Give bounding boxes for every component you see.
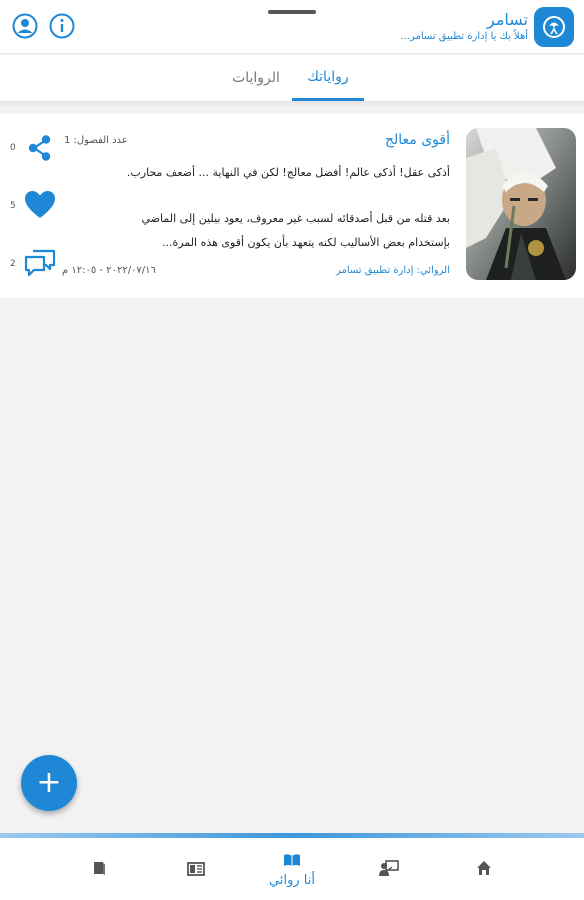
- info-icon[interactable]: [48, 12, 76, 40]
- nav-item-library[interactable]: [156, 847, 236, 893]
- share-count: 0: [10, 143, 16, 153]
- nav-item-books[interactable]: [59, 847, 139, 893]
- tab-my-novels-label: رواياتك: [307, 68, 349, 85]
- add-icon: +: [36, 765, 62, 800]
- app-logo-icon: [534, 7, 574, 47]
- publish-date: ٢٠٢٢/٠٧/١٦ - ١٢:٠٥ م: [62, 265, 156, 276]
- app-title: تسامر: [487, 10, 528, 29]
- comment-count: 2: [10, 259, 16, 269]
- novel-title[interactable]: أقوى معالج: [385, 132, 450, 148]
- like-count: 5: [10, 201, 16, 211]
- novel-cover-image[interactable]: [466, 128, 576, 280]
- bottom-navigation: أنا روائي: [0, 833, 584, 900]
- novel-card[interactable]: أقوى معالج عدد الفصول: 1 أذكى عقل! أذكى …: [0, 114, 584, 298]
- nav-label-i-am-novelist: أنا روائي: [269, 873, 315, 888]
- add-novel-button[interactable]: +: [21, 755, 77, 811]
- tabs-divider: [0, 101, 584, 107]
- nav-item-teacher[interactable]: [349, 847, 429, 893]
- heart-icon[interactable]: [24, 190, 56, 220]
- novel-description-line: بعد قتله من قبل أصدقائه لسبب غير معروف، …: [141, 212, 450, 225]
- tab-novels[interactable]: الروايات: [220, 55, 292, 101]
- comments-icon[interactable]: [23, 248, 57, 278]
- tab-my-novels[interactable]: رواياتك: [292, 55, 364, 101]
- tab-bar: رواياتك الروايات: [0, 55, 584, 101]
- nav-item-home[interactable]: [444, 847, 524, 893]
- nav-item-i-am-novelist[interactable]: أنا روائي: [252, 847, 332, 893]
- open-book-icon: [283, 852, 301, 871]
- chapter-count: عدد الفصول: 1: [64, 135, 128, 146]
- novel-description-line: بإستخدام بعض الأساليب لكنه يتعهد بأن يكو…: [162, 236, 450, 249]
- bottom-nav-accent-line: [0, 833, 584, 838]
- library-icon: [187, 861, 205, 880]
- book-icon: [91, 860, 107, 880]
- drag-handle[interactable]: [268, 10, 316, 14]
- teacher-icon: [379, 860, 399, 880]
- novel-author[interactable]: الروائي: إدارة تطبيق تسامر: [336, 265, 450, 276]
- tab-novels-label: الروايات: [232, 70, 280, 86]
- novel-description-line: أذكى عقل! أذكى عالم! أفضل معالج! لكن في …: [126, 166, 450, 179]
- app-subtitle: أهلاً بك يا إدارة تطبيق تسامر...: [400, 31, 528, 42]
- app-header: تسامر أهلاً بك يا إدارة تطبيق تسامر...: [0, 0, 584, 54]
- user-circle-icon[interactable]: [11, 12, 39, 40]
- home-icon: [476, 860, 492, 880]
- share-icon[interactable]: [26, 134, 54, 162]
